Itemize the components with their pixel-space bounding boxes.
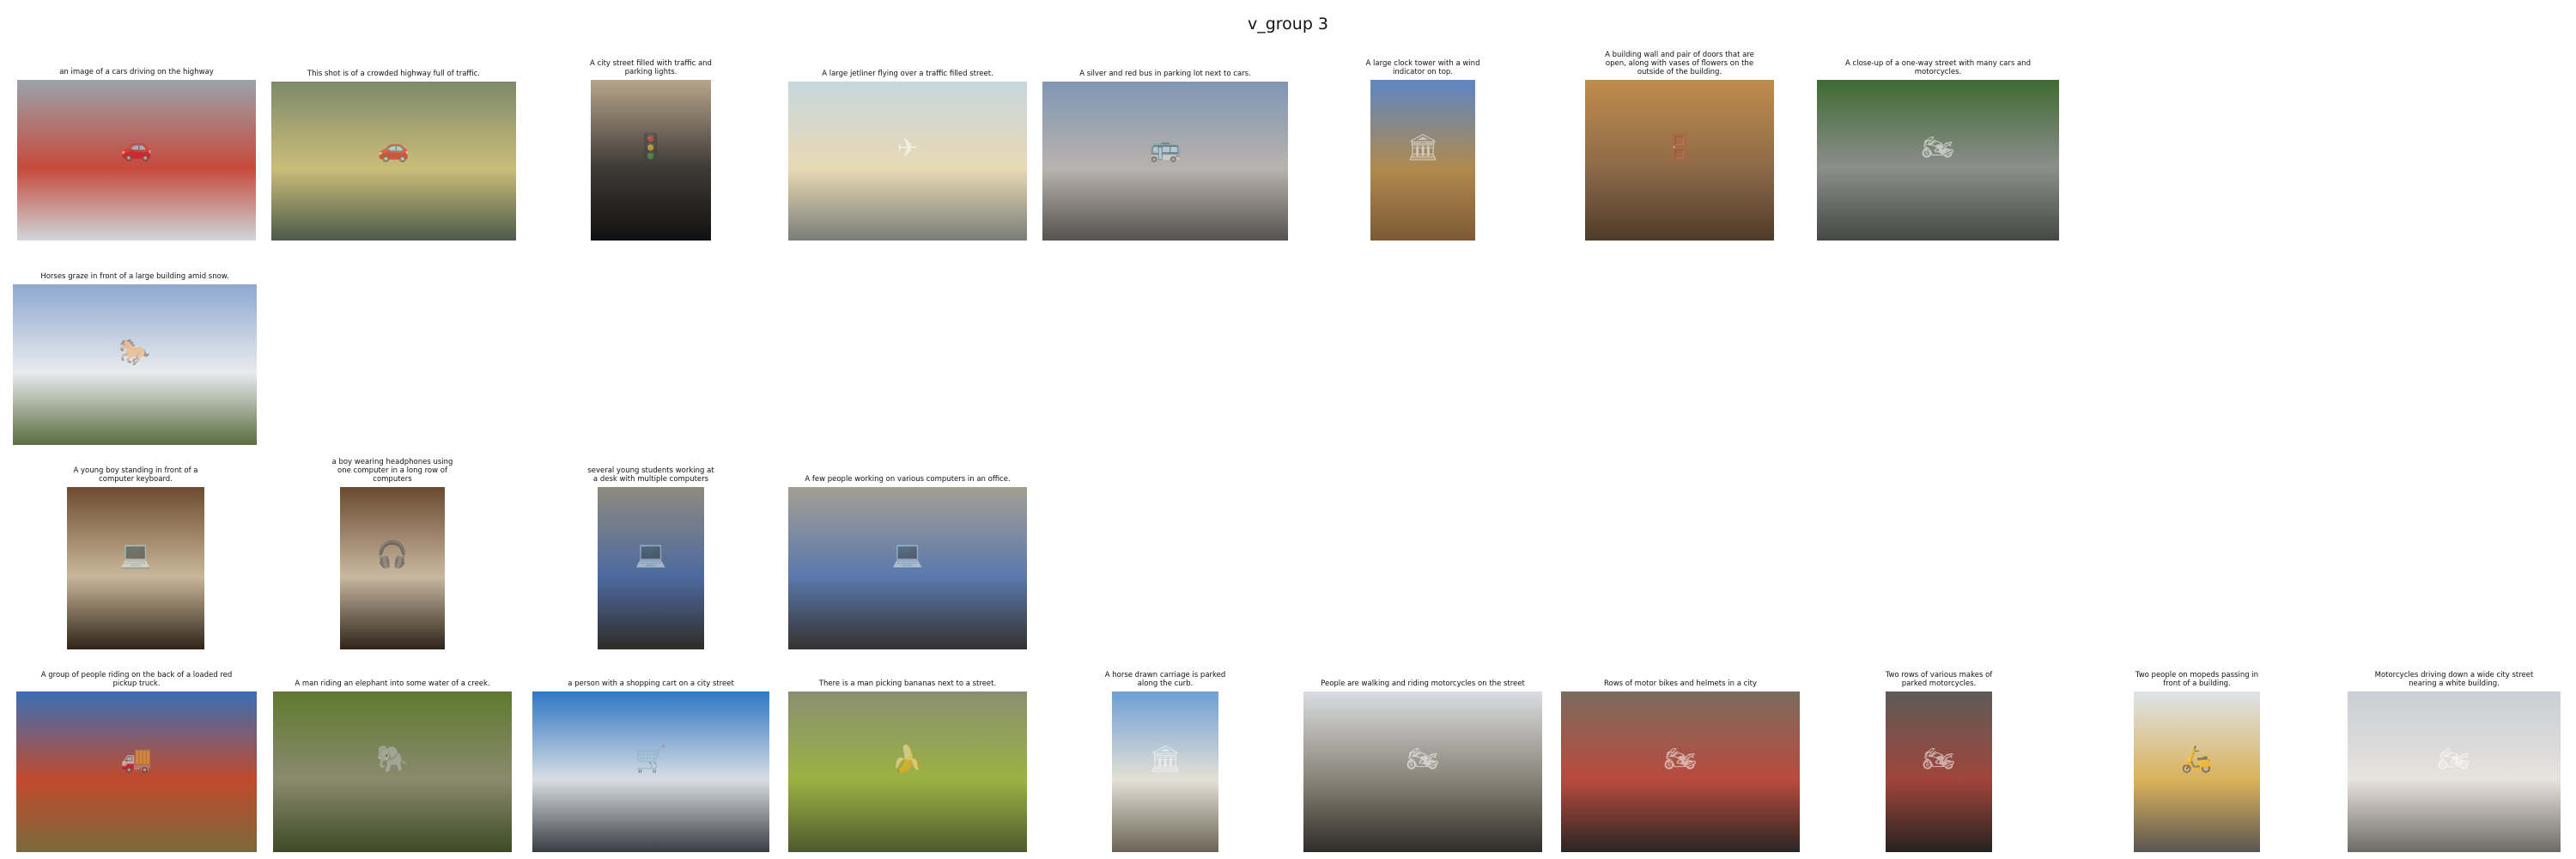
grid-cell: A large jetliner flying over a traffic f… xyxy=(771,49,1044,78)
image-caption: Two people on mopeds passing in front of… xyxy=(2135,671,2259,688)
photo-thumbnail: 🏍 xyxy=(1817,80,2059,241)
photo-thumbnail: 🚌 xyxy=(1042,82,1288,241)
grid-cell: several young students working at a desk… xyxy=(556,454,745,484)
motorcycle-icon: 🏍 xyxy=(1406,744,1440,775)
car-icon: 🚗 xyxy=(120,132,153,163)
image-caption: This shot is of a crowded highway full o… xyxy=(307,70,481,78)
grid-cell: Rows of motor bikes and helmets in a cit… xyxy=(1544,659,1817,688)
computer-icon: 💻 xyxy=(891,539,924,570)
photo-thumbnail: 🚪 xyxy=(1585,80,1774,241)
image-caption: A city street filled with traffic and pa… xyxy=(590,59,712,76)
image-caption: Motorcycles driving down a wide city str… xyxy=(2374,671,2534,688)
traffic-light-icon: 🚦 xyxy=(635,132,667,163)
image-caption: A large clock tower with a wind indicato… xyxy=(1365,59,1480,76)
grid-cell: A group of people riding on the back of … xyxy=(0,659,274,688)
image-caption: A close-up of a one-way street with many… xyxy=(1845,59,2031,76)
photo-thumbnail: 🐘 xyxy=(273,691,512,852)
horse-icon: 🐎 xyxy=(118,337,151,368)
photo-thumbnail: 🚦 xyxy=(591,80,711,241)
grid-cell: Horses graze in front of a large buildin… xyxy=(0,252,274,281)
grid-cell: A close-up of a one-way street with many… xyxy=(1800,47,2076,76)
grid-cell: People are walking and riding motorcycle… xyxy=(1286,659,1559,688)
scooter-icon: 🛵 xyxy=(2180,744,2214,775)
photo-thumbnail: 🏛 xyxy=(1112,691,1218,852)
image-caption: A man riding an elephant into some water… xyxy=(295,679,490,688)
grid-cell: Two people on mopeds passing in front of… xyxy=(2103,659,2292,688)
motorcycle-icon: 🏍 xyxy=(1663,744,1698,775)
image-caption: People are walking and riding motorcycle… xyxy=(1321,679,1525,688)
image-caption: A group of people riding on the back of … xyxy=(40,671,233,688)
photo-thumbnail: 🚚 xyxy=(16,691,257,852)
computer-icon: 💻 xyxy=(119,539,152,570)
carriage-icon: 🏛 xyxy=(1148,744,1182,775)
grid-cell: This shot is of a crowded highway full o… xyxy=(254,49,533,78)
figure-title: v_group 3 xyxy=(1247,15,1329,34)
photo-thumbnail: 🎧 xyxy=(340,487,445,649)
photo-thumbnail: 🏍 xyxy=(1886,691,1992,852)
image-caption: A horse drawn carriage is parked along t… xyxy=(1104,671,1226,688)
image-caption: Two rows of various makes of parked moto… xyxy=(1885,671,1993,688)
motorcycle-icon: 🏍 xyxy=(1922,744,1956,775)
grid-cell: A young boy standing in front of a compu… xyxy=(41,454,230,484)
image-caption: A young boy standing in front of a compu… xyxy=(73,466,198,484)
grid-cell: an image of a cars driving on the highwa… xyxy=(0,47,273,76)
image-caption: several young students working at a desk… xyxy=(587,466,714,484)
image-caption: A few people working on various computer… xyxy=(805,475,1011,484)
car-icon: 🚗 xyxy=(377,133,410,164)
grid-cell: A silver and red bus in parking lot next… xyxy=(1025,49,1305,78)
image-caption: Horses graze in front of a large buildin… xyxy=(40,272,229,281)
grid-cell: a boy wearing headphones using one compu… xyxy=(298,454,487,484)
elephant-icon: 🐘 xyxy=(376,744,409,775)
grid-cell: A man riding an elephant into some water… xyxy=(256,659,529,688)
photo-thumbnail: 💻 xyxy=(67,487,204,649)
grid-cell: A few people working on various computer… xyxy=(771,454,1044,484)
photo-thumbnail: 🚗 xyxy=(17,80,256,241)
photo-thumbnail: 🏍 xyxy=(1561,691,1800,852)
image-caption: a person with a shopping cart on a city … xyxy=(568,679,734,688)
photo-thumbnail: 💻 xyxy=(788,487,1027,649)
bus-icon: 🚌 xyxy=(1149,133,1182,164)
image-caption: a boy wearing headphones using one compu… xyxy=(331,458,453,484)
truck-icon: 🚚 xyxy=(120,744,153,775)
motorcycle-icon: 🏍 xyxy=(1921,132,1955,163)
photo-thumbnail: 🏛 xyxy=(1370,80,1475,241)
image-caption: A silver and red bus in parking lot next… xyxy=(1079,70,1251,78)
grid-cell: Motorcycles driving down a wide city str… xyxy=(2330,659,2576,688)
motorcycle-icon: 🏍 xyxy=(2437,744,2471,775)
grid-cell: A building wall and pair of doors that a… xyxy=(1568,47,1791,76)
banana-icon: 🍌 xyxy=(891,744,924,775)
grid-cell: A large clock tower with a wind indicato… xyxy=(1328,47,1517,76)
image-caption: Rows of motor bikes and helmets in a cit… xyxy=(1603,679,1758,688)
photo-thumbnail: ✈ xyxy=(788,82,1027,241)
door-icon: 🚪 xyxy=(1663,132,1696,163)
headphones-icon: 🎧 xyxy=(376,539,409,570)
grid-cell: A city street filled with traffic and pa… xyxy=(556,47,745,76)
photo-thumbnail: 🚗 xyxy=(271,82,516,241)
grid-cell: Two rows of various makes of parked moto… xyxy=(1844,659,2033,688)
photo-thumbnail: 🐎 xyxy=(13,284,257,445)
photo-thumbnail: 🏍 xyxy=(1303,691,1542,852)
image-caption: A large jetliner flying over a traffic f… xyxy=(822,70,993,78)
cart-icon: 🛒 xyxy=(635,744,667,775)
image-caption: A building wall and pair of doors that a… xyxy=(1605,51,1754,76)
grid-cell: a person with a shopping cart on a city … xyxy=(515,659,787,688)
image-caption: There is a man picking bananas next to a… xyxy=(818,679,997,688)
photo-thumbnail: 🏍 xyxy=(2348,691,2561,852)
photo-thumbnail: 💻 xyxy=(598,487,704,649)
airplane-icon: ✈ xyxy=(896,133,919,164)
grid-cell: There is a man picking bananas next to a… xyxy=(771,659,1044,688)
tower-icon: 🏛 xyxy=(1406,132,1440,163)
photo-thumbnail: 🛒 xyxy=(532,691,769,852)
image-caption: an image of a cars driving on the highwa… xyxy=(59,68,214,76)
photo-thumbnail: 🛵 xyxy=(2134,691,2260,852)
photo-thumbnail: 🍌 xyxy=(788,691,1027,852)
computer-icon: 💻 xyxy=(635,539,667,570)
grid-cell: A horse drawn carriage is parked along t… xyxy=(1071,659,1260,688)
